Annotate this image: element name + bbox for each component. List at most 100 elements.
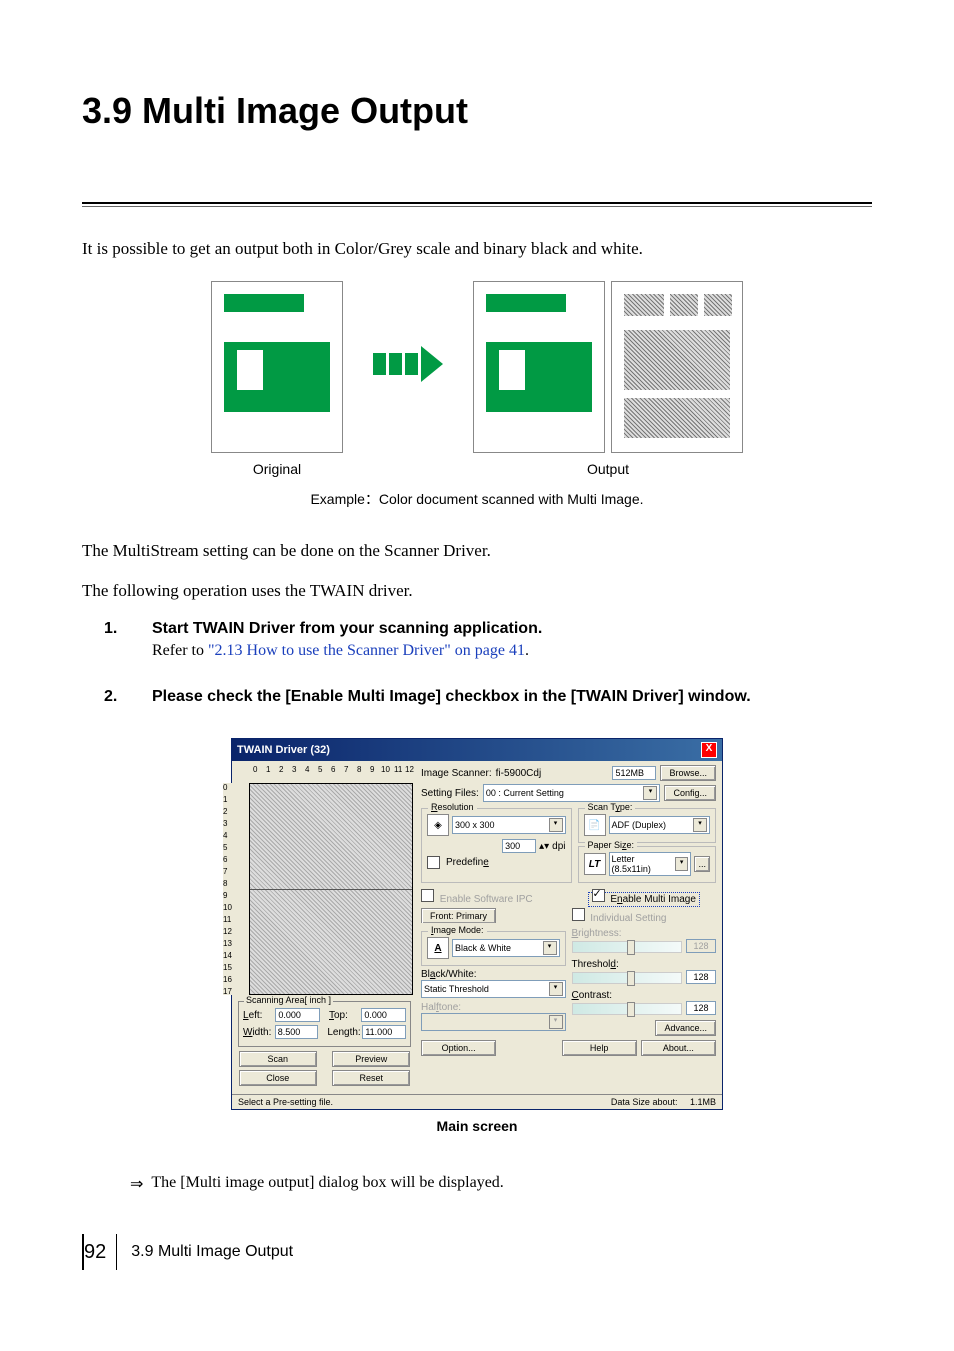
section-title: 3.9 Multi Image Output — [82, 90, 872, 132]
dpi-label: dpi — [552, 841, 565, 852]
width-label: Width: — [243, 1027, 272, 1038]
predefine-checkbox[interactable] — [427, 856, 440, 869]
width-input[interactable]: 8.500 — [275, 1025, 319, 1039]
status-text: Select a Pre-setting file. — [238, 1097, 333, 1107]
intro-paragraph-3: The following operation uses the TWAIN d… — [82, 579, 872, 603]
brightness-label: Brightness: — [572, 928, 717, 939]
status-bar: Select a Pre-setting file. Data Size abo… — [232, 1094, 722, 1109]
chevron-down-icon[interactable]: ▾ — [549, 818, 563, 832]
steps: 1. Start TWAIN Driver from your scanning… — [82, 620, 872, 710]
threshold-value[interactable]: 128 — [686, 970, 716, 984]
main-screen-caption: Main screen — [82, 1118, 872, 1134]
setting-files-combo[interactable]: 00 : Current Setting ▾ — [483, 784, 661, 802]
individual-checkbox — [572, 908, 585, 921]
result-line: ⇒ The [Multi image output] dialog box wi… — [130, 1174, 872, 1194]
paper-size-icon: LT — [584, 853, 606, 875]
twain-window: TWAIN Driver (32) X 0 1 2 3 4 5 6 7 8 9 … — [231, 738, 723, 1110]
help-button[interactable]: Help — [562, 1040, 637, 1056]
step-1-refer: Refer to "2.13 How to use the Scanner Dr… — [152, 642, 872, 660]
figure-output-bw-top1 — [624, 294, 664, 316]
image-scanner-label: Image Scanner: — [421, 768, 492, 779]
enable-ipc-label: Enable Software IPC — [440, 894, 533, 905]
chevron-down-icon[interactable]: ▾ — [693, 818, 707, 832]
figure-output-bw-wide — [624, 398, 730, 438]
individual-label: Individual Setting — [590, 913, 666, 924]
preview-area[interactable] — [249, 783, 413, 995]
scanning-area-group: Scanning Area[ inch ] LLeft:eft: 0.000 T… — [238, 1001, 411, 1047]
resolution-label: Resolution — [428, 802, 477, 812]
paper-size-label: Paper Size: — [585, 840, 638, 850]
scan-button[interactable]: Scan — [239, 1051, 317, 1067]
config-button[interactable]: Config... — [664, 785, 716, 801]
enable-multi-checkbox[interactable] — [592, 889, 605, 902]
chevron-down-icon[interactable]: ▾ — [543, 941, 557, 955]
about-button[interactable]: About... — [641, 1040, 716, 1056]
figure-original-box — [237, 350, 263, 390]
enable-multi-focus: Enable Multi Image — [588, 892, 700, 907]
scan-type-label: Scan Type: — [585, 802, 636, 812]
figure-output-color-topbar — [486, 294, 566, 312]
contrast-value[interactable]: 128 — [686, 1001, 716, 1015]
image-mode-icon: A — [427, 937, 449, 959]
step-2-title: Please check the [Enable Multi Image] ch… — [152, 688, 872, 706]
threshold-label: Threshold: — [572, 959, 717, 970]
image-mode-combo[interactable]: Black & White ▾ — [452, 939, 560, 957]
advance-button[interactable]: Advance... — [655, 1020, 716, 1036]
figure-multi-image: Original — [82, 281, 872, 477]
intro-paragraph-2: The MultiStream setting can be done on t… — [82, 539, 872, 563]
chevron-down-icon[interactable]: ▾ — [549, 982, 563, 996]
image-mode-label: Image Mode: — [428, 925, 487, 935]
threshold-slider[interactable] — [572, 972, 683, 984]
chevron-down-icon: ▾ — [549, 1015, 563, 1029]
brightness-slider — [572, 941, 683, 953]
black-white-label: Black/White: — [421, 969, 566, 980]
spinner-icon[interactable]: ▴▾ — [539, 841, 549, 852]
twain-title: TWAIN Driver (32) — [237, 744, 330, 756]
status-size-value: 1.1MB — [690, 1097, 716, 1107]
figure-arrow — [373, 346, 443, 412]
figure-output-bw-band: ABC — [624, 330, 730, 390]
length-label: Length: — [327, 1027, 359, 1038]
option-button[interactable]: Option... — [421, 1040, 496, 1056]
figure-output-label: Output — [587, 461, 629, 477]
length-input[interactable]: 11.000 — [362, 1025, 406, 1039]
step-1: 1. Start TWAIN Driver from your scanning… — [82, 620, 872, 660]
contrast-slider[interactable] — [572, 1003, 683, 1015]
step-2-number: 2. — [82, 688, 152, 710]
top-label: Top: — [329, 1010, 358, 1021]
paper-size-more-button[interactable]: ... — [694, 856, 710, 872]
ruler-vertical: 0 1 2 3 4 5 6 7 8 9 10 11 12 13 — [223, 783, 236, 995]
resolution-icon: ◈ — [427, 814, 449, 836]
intro-paragraph-1: It is possible to get an output both in … — [82, 237, 872, 261]
twain-titlebar[interactable]: TWAIN Driver (32) X — [232, 739, 722, 761]
figure-output-color-box — [499, 350, 525, 390]
contrast-label: Contrast: — [572, 990, 717, 1001]
front-primary-tab[interactable]: Front: Primary — [421, 908, 496, 923]
scan-type-group: Scan Type: 📄 ADF (Duplex) ▾ — [578, 808, 717, 843]
figure-output-bw-top2 — [670, 294, 698, 316]
scan-type-combo[interactable]: ADF (Duplex) ▾ — [609, 816, 711, 834]
reset-button[interactable]: Reset — [332, 1070, 410, 1086]
setting-files-value: 00 : Current Setting — [486, 788, 564, 798]
chevron-down-icon[interactable]: ▾ — [675, 857, 689, 871]
black-white-combo[interactable]: Static Threshold ▾ — [421, 980, 566, 998]
predefine-label: Predefine — [446, 857, 489, 868]
preview-button[interactable]: Preview — [332, 1051, 410, 1067]
figure-output-color — [473, 281, 605, 453]
rule-thin — [82, 206, 872, 207]
ruler-horizontal: 0 1 2 3 4 5 6 7 8 9 10 11 12 — [236, 765, 413, 783]
chevron-down-icon[interactable]: ▾ — [643, 786, 657, 800]
resolution-combo[interactable]: 300 x 300 ▾ — [452, 816, 566, 834]
figure-output-bw: ABC — [611, 281, 743, 453]
top-input[interactable]: 0.000 — [361, 1008, 406, 1022]
dpi-input[interactable]: 300 — [502, 839, 536, 853]
page-number: 92 — [84, 1234, 117, 1270]
left-label: LLeft:eft: — [243, 1010, 272, 1021]
close-icon[interactable]: X — [701, 742, 717, 758]
halftone-combo: ▾ — [421, 1013, 566, 1031]
paper-size-combo[interactable]: Letter (8.5x11in) ▾ — [609, 852, 692, 876]
step-1-refer-link[interactable]: "2.13 How to use the Scanner Driver" on … — [208, 642, 525, 659]
close-button[interactable]: Close — [239, 1070, 317, 1086]
left-input[interactable]: 0.000 — [275, 1008, 320, 1022]
browse-button[interactable]: Browse... — [660, 765, 716, 781]
